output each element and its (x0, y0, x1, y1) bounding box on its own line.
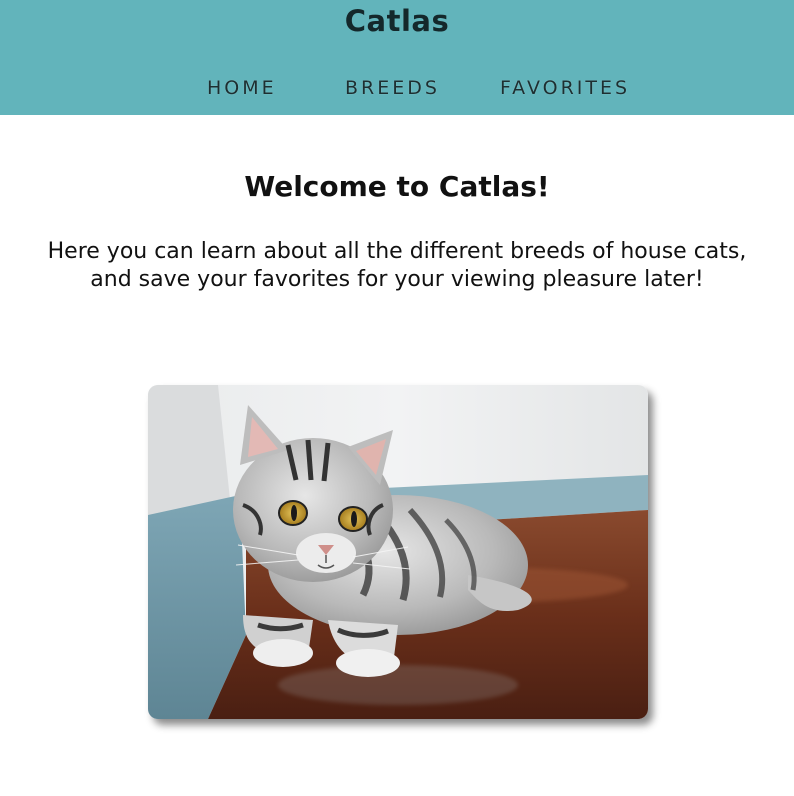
site-title: Catlas (344, 4, 450, 38)
site-header: Catlas HOME BREEDS FAVORITES (0, 0, 794, 115)
nav-favorites-link[interactable]: FAVORITES (500, 77, 630, 99)
welcome-heading: Welcome to Catlas! (244, 170, 550, 203)
nav-home-link[interactable]: HOME (207, 77, 277, 99)
intro-text: Here you can learn about all the differe… (47, 239, 747, 292)
nav-breeds-link[interactable]: BREEDS (345, 77, 440, 99)
hero-cat-image (148, 385, 648, 719)
main-nav: HOME BREEDS FAVORITES (0, 77, 794, 103)
